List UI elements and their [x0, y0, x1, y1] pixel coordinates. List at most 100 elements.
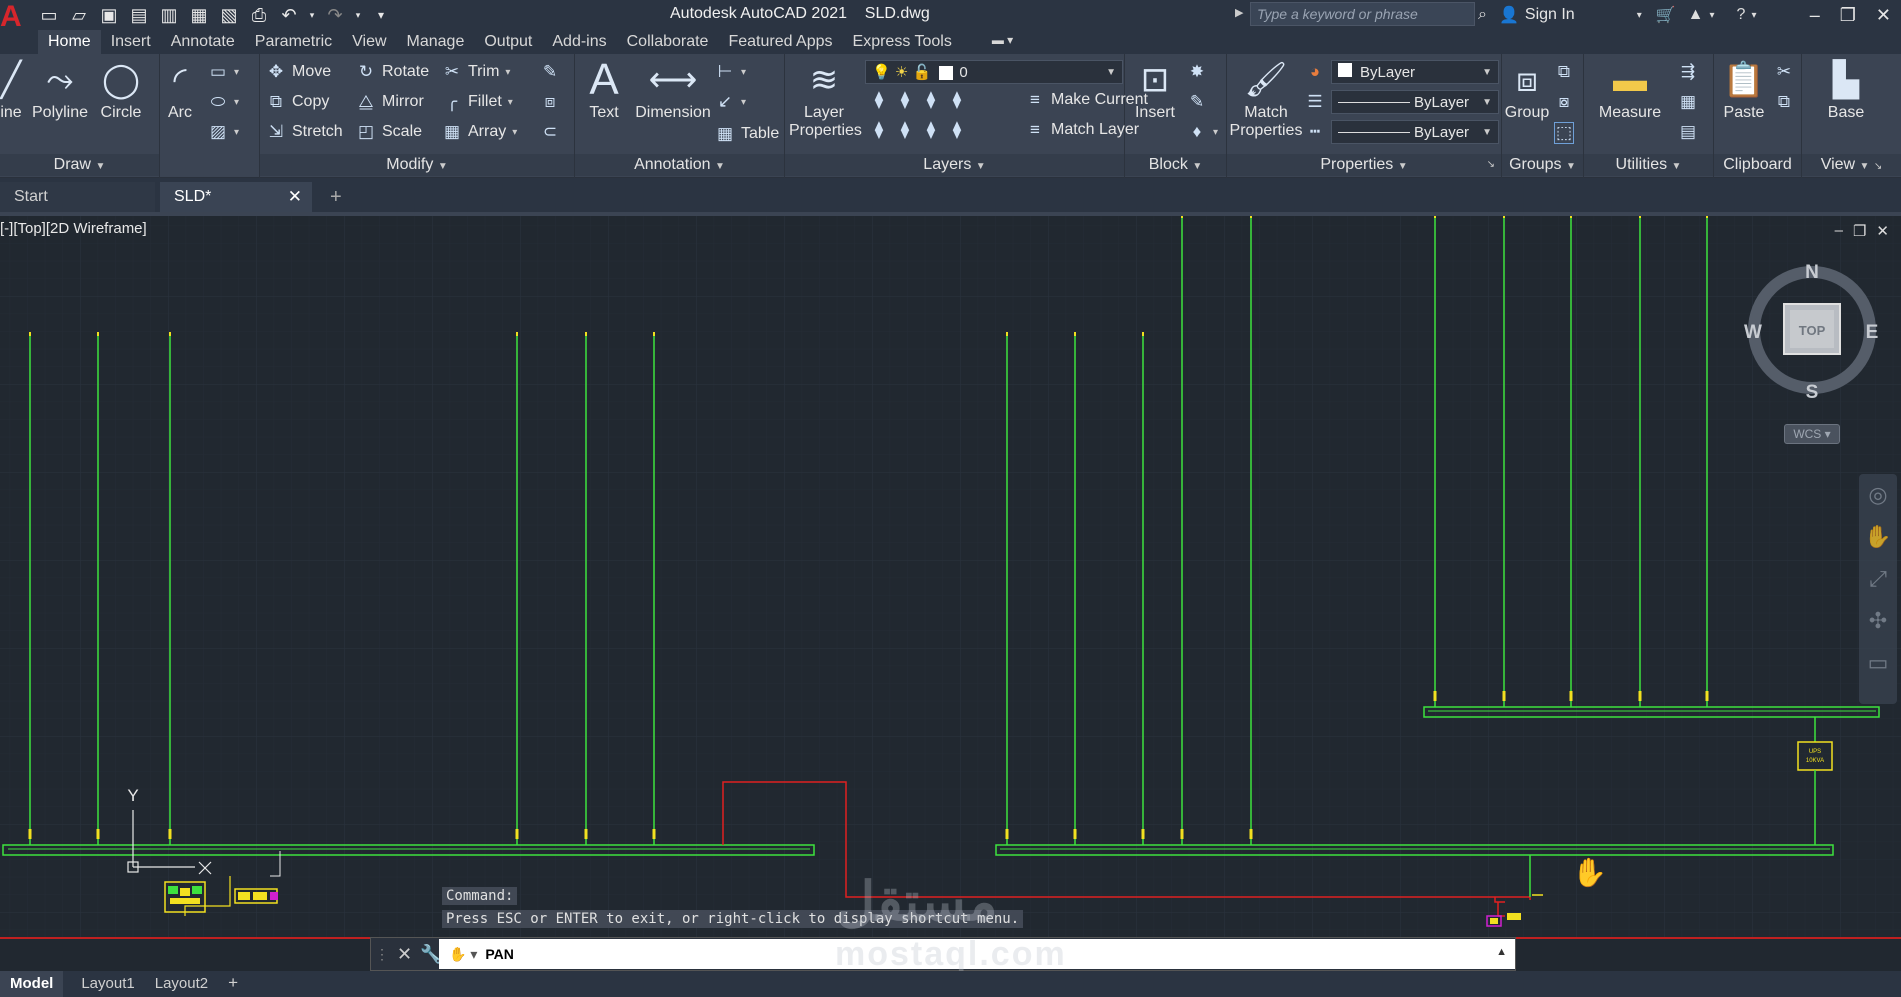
- viewport-label[interactable]: [-][Top][2D Wireframe]: [0, 220, 147, 237]
- block-panel-title[interactable]: Block ▼: [1125, 154, 1226, 176]
- mirror-button[interactable]: ⧋ Mirror: [356, 92, 423, 112]
- tab-add-ins[interactable]: Add-ins: [542, 30, 616, 54]
- leader-button[interactable]: ↙ ▾: [715, 92, 746, 112]
- match-layer-button[interactable]: ≡ Match Layer: [1025, 120, 1139, 140]
- erase-button[interactable]: ✎: [540, 62, 560, 82]
- close-tab-icon[interactable]: ✕: [288, 187, 302, 207]
- layer-dropdown[interactable]: 💡 ☀ 🔓 0 ▼: [865, 60, 1123, 84]
- autocad-logo-icon[interactable]: A: [0, 2, 22, 32]
- rotate-button[interactable]: ↻ Rotate: [356, 62, 429, 82]
- arc-button[interactable]: ◜ Arc: [160, 58, 200, 122]
- color-dropdown[interactable]: ByLayer ▼: [1331, 60, 1499, 84]
- tab-express-tools[interactable]: Express Tools: [843, 30, 962, 54]
- start-tab[interactable]: Start: [0, 182, 155, 212]
- undo-dropdown-icon[interactable]: ▾: [308, 4, 316, 26]
- print-icon[interactable]: ⎙: [248, 4, 270, 26]
- offset-button[interactable]: ⊂: [540, 122, 560, 142]
- polyline-button[interactable]: ⤳ Polyline: [32, 58, 88, 122]
- gradient-button[interactable]: ▨ ▾: [208, 122, 239, 142]
- table-button[interactable]: ▦ Table: [715, 124, 779, 144]
- array-button[interactable]: ▦ Array ▾: [442, 122, 517, 142]
- modify-panel-title[interactable]: Modify ▼: [260, 154, 574, 176]
- group-button[interactable]: ⧈ Group: [1504, 58, 1550, 122]
- app-dropdown-icon[interactable]: ▾: [1710, 10, 1715, 21]
- move-button[interactable]: ✥ Move: [266, 62, 331, 82]
- quick-select-button[interactable]: ⇶: [1678, 62, 1698, 82]
- minimize-icon[interactable]: –: [1810, 5, 1820, 26]
- drawing-area[interactable]: UPS 10KVA Y TOP N S E W ✋ [-][Top][2D Wi…: [0, 216, 1901, 939]
- measure-button[interactable]: ▬ Measure: [1594, 58, 1666, 122]
- attribute-button[interactable]: ♦ ▾: [1187, 122, 1218, 142]
- viewcube-top-label[interactable]: TOP: [1799, 323, 1826, 338]
- edit-block-button[interactable]: ✎: [1187, 92, 1207, 112]
- layers-panel-title[interactable]: Layers ▼: [785, 154, 1124, 176]
- hatch-button[interactable]: ⬭ ▾: [208, 92, 239, 112]
- id-point-button[interactable]: ▤: [1678, 122, 1698, 142]
- utilities-panel-title[interactable]: Utilities ▼: [1584, 154, 1713, 176]
- compass-south[interactable]: S: [1806, 382, 1819, 403]
- tab-insert[interactable]: Insert: [101, 30, 161, 54]
- tab-output[interactable]: Output: [474, 30, 542, 54]
- clipboard-panel-title[interactable]: Clipboard: [1714, 154, 1801, 176]
- save-icon[interactable]: ▣: [98, 4, 120, 26]
- properties-panel-title[interactable]: Properties ▼ ↘: [1227, 154, 1501, 176]
- viewport-minimize-icon[interactable]: –: [1835, 222, 1843, 240]
- base-view-button[interactable]: ▙ Base: [1816, 58, 1876, 122]
- text-button[interactable]: A Text: [579, 58, 629, 122]
- calculator-button[interactable]: ▦: [1678, 92, 1698, 112]
- linear-dim-button[interactable]: ⊢ ▾: [715, 62, 746, 82]
- layer-thaw-icon[interactable]: ⧫: [921, 120, 941, 140]
- layout1-tab[interactable]: Layout1: [71, 971, 144, 997]
- cut-button[interactable]: ✂: [1774, 62, 1794, 82]
- layout2-tab[interactable]: Layout2: [145, 971, 218, 997]
- undo-icon[interactable]: ↶: [278, 4, 300, 26]
- compass-east[interactable]: E: [1866, 322, 1879, 343]
- command-close-icon[interactable]: ✕: [397, 944, 412, 965]
- explode-button[interactable]: ⧈: [540, 92, 560, 112]
- save-as-icon[interactable]: ▤: [128, 4, 150, 26]
- layer-properties-button[interactable]: ≋ Layer Properties: [789, 58, 862, 140]
- redo-icon[interactable]: ↷: [324, 4, 346, 26]
- insert-button[interactable]: ⊡ Insert: [1129, 58, 1181, 122]
- copy-button[interactable]: ⧉ Copy: [266, 92, 329, 112]
- wcs-menu[interactable]: WCS ▾: [1784, 424, 1840, 444]
- restore-icon[interactable]: ❐: [1840, 5, 1856, 26]
- match-properties-button[interactable]: 🖌 Match Properties: [1229, 58, 1303, 140]
- rectangle-button[interactable]: ▭ ▾: [208, 62, 239, 82]
- customize-qat-icon[interactable]: ▾: [370, 4, 392, 26]
- publish-icon[interactable]: ▦: [188, 4, 210, 26]
- layer-unlock-icon[interactable]: ⧫: [947, 120, 967, 140]
- viewport-close-icon[interactable]: ✕: [1876, 222, 1889, 240]
- fillet-button[interactable]: ╭ Fillet ▾: [442, 92, 513, 112]
- layer-freeze-icon[interactable]: ⧫: [921, 90, 941, 110]
- close-icon[interactable]: ✕: [1876, 5, 1891, 26]
- sign-in-dropdown-icon[interactable]: ▾: [1637, 10, 1642, 21]
- search-input[interactable]: Type a keyword or phrase: [1250, 2, 1475, 26]
- compass-west[interactable]: W: [1744, 322, 1762, 343]
- layer-isolate-icon[interactable]: ⧫: [895, 90, 915, 110]
- view-panel-title[interactable]: View ▼ ↘: [1802, 154, 1901, 176]
- command-history-toggle-icon[interactable]: ▲: [1496, 946, 1507, 958]
- group-select-button[interactable]: ⬚: [1554, 122, 1574, 144]
- layer-off-icon[interactable]: ⧫: [869, 90, 889, 110]
- steering-wheel-icon[interactable]: ◎: [1859, 474, 1897, 516]
- zoom-extents-icon[interactable]: ⤢: [1859, 558, 1897, 600]
- cart-icon[interactable]: 🛒: [1656, 5, 1676, 25]
- help-icon[interactable]: ?: [1737, 6, 1746, 24]
- help-dropdown-icon[interactable]: ▾: [1751, 10, 1756, 21]
- plot-preview-icon[interactable]: ▥: [158, 4, 180, 26]
- viewport-restore-icon[interactable]: ❐: [1853, 222, 1866, 240]
- stretch-button[interactable]: ⇲ Stretch: [266, 122, 343, 142]
- pan-icon[interactable]: ✋: [1859, 516, 1897, 558]
- group-edit-button[interactable]: ⧇: [1554, 92, 1574, 112]
- tab-view[interactable]: View: [342, 30, 396, 54]
- color-wheel[interactable]: ◕: [1305, 62, 1325, 82]
- add-layout-icon[interactable]: +: [218, 971, 248, 997]
- tab-manage[interactable]: Manage: [397, 30, 475, 54]
- tab-home[interactable]: Home: [38, 30, 101, 54]
- linetype-dropdown[interactable]: ByLayer ▼: [1331, 120, 1499, 144]
- paste-button[interactable]: 📋 Paste: [1720, 58, 1768, 122]
- showmotion-icon[interactable]: ▭: [1859, 642, 1897, 684]
- tab-annotate[interactable]: Annotate: [161, 30, 245, 54]
- lineweight-dropdown[interactable]: ByLayer ▼: [1331, 90, 1499, 114]
